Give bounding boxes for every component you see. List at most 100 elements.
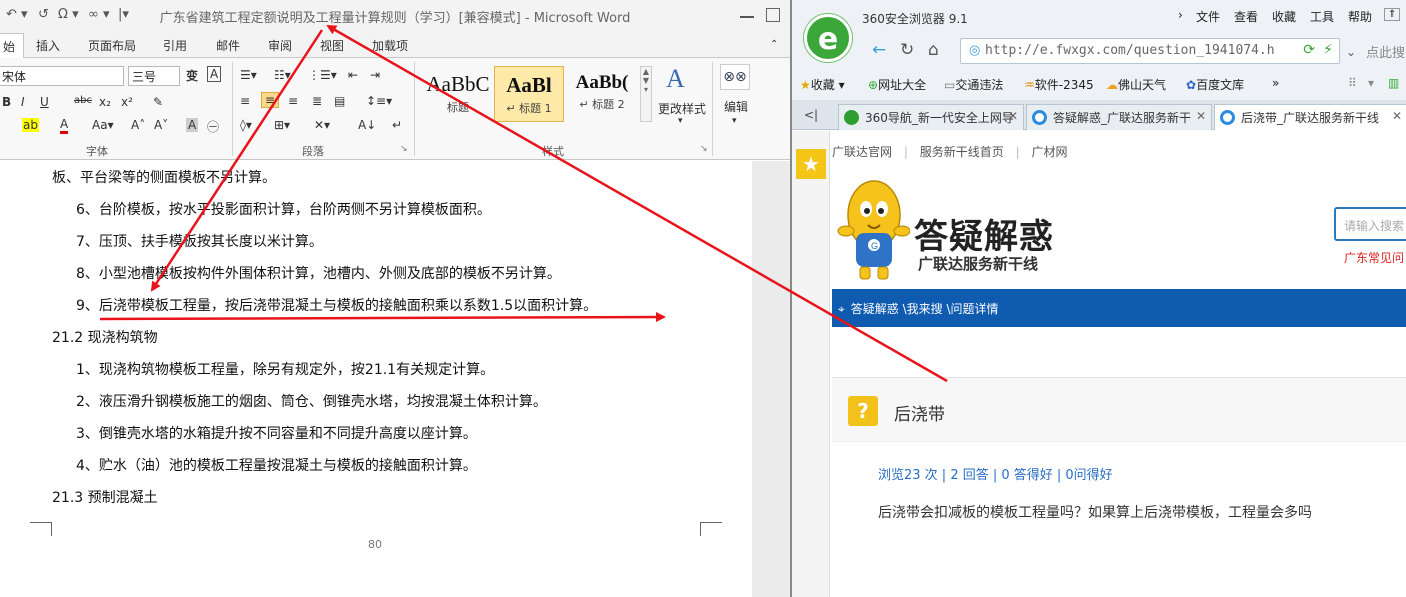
address-bar[interactable]: ◎ http://e.fwxgx.com/question_1941074.h … <box>960 38 1340 64</box>
browser-tab[interactable]: 答疑解惑_广联达服务新干 ✕ <box>1026 104 1212 130</box>
char-shading-icon[interactable]: A <box>186 118 199 132</box>
window-control-icon[interactable]: ⇑ <box>1384 8 1401 21</box>
editing-arrow-icon[interactable]: ▾ <box>732 116 737 126</box>
tab-insert[interactable]: 插入 <box>36 37 60 54</box>
bold-button[interactable]: B <box>2 95 11 109</box>
browser-tab[interactable]: 360导航_新一代安全上网导 ✕ <box>838 104 1024 130</box>
phonetic-icon[interactable]: 变 <box>186 67 198 84</box>
question-stats[interactable]: 浏览23 次 | 2 回答 | 0 答得好 | 0问得好 <box>878 464 1113 483</box>
tab-references[interactable]: 引用 <box>163 37 187 54</box>
browser-tab-active[interactable]: 后浇带_广联达服务新干线 ✕ <box>1214 104 1406 130</box>
link-glodon-official[interactable]: 广联达官网 <box>832 145 892 159</box>
borders-button[interactable]: ⊞▾ <box>274 118 290 132</box>
tab-page-layout[interactable]: 页面布局 <box>88 37 136 54</box>
change-case-button[interactable]: Aa▾ <box>92 118 114 132</box>
superscript-button[interactable]: x² <box>121 95 133 109</box>
search-input[interactable]: 点此搜 <box>1366 42 1405 61</box>
speed-mode-icon[interactable]: ⚡ <box>1323 42 1333 58</box>
multilevel-list-button[interactable]: ⋮☰▾ <box>308 68 337 82</box>
paragraph-dialog-icon[interactable]: ↘ <box>400 144 408 154</box>
sort-button[interactable]: A↓ <box>358 118 376 132</box>
close-icon[interactable]: ✕ <box>1392 109 1402 123</box>
subscript-button[interactable]: x₂ <box>99 95 111 109</box>
back-icon[interactable]: ← <box>872 40 886 60</box>
tab-home[interactable]: 始 <box>0 33 25 59</box>
breadcrumb-text[interactable]: 答疑解惑 \我来搜 \问题详情 <box>851 302 999 316</box>
shrink-font-button[interactable]: A˅ <box>154 118 168 132</box>
bullets-button[interactable]: ☰▾ <box>240 68 257 82</box>
style-heading-2[interactable]: AaBb( ↵ 标题 2 <box>566 66 638 122</box>
styles-dialog-icon[interactable]: ↘ <box>700 144 708 154</box>
align-right-button[interactable]: ≡ <box>288 94 298 108</box>
document-page[interactable]: 板、平台梁等的侧面模板不另计算。 6、台阶模板，按水平投影面积计算，台阶两侧不另… <box>0 161 752 597</box>
menu-tools[interactable]: 工具 <box>1310 8 1334 25</box>
bookmark-weather[interactable]: ☁佛山天气 <box>1106 76 1166 93</box>
site-search-input[interactable]: 请输入搜索 <box>1334 207 1406 241</box>
justify-button[interactable]: ≣ <box>312 94 322 108</box>
refresh-icon[interactable]: ↻ <box>900 40 914 60</box>
font-size-combo[interactable]: 三号 <box>128 66 180 86</box>
address-input[interactable]: http://e.fwxgx.com/question_1941074.h <box>985 43 1275 58</box>
bookmark-traffic[interactable]: ▭交通违法 <box>944 76 1003 93</box>
tab-scroll-left-icon[interactable]: <| <box>804 108 818 122</box>
bookmark-baidu-wenku[interactable]: ✿百度文库 <box>1186 76 1244 93</box>
show-marks-button[interactable]: ↵ <box>392 118 402 132</box>
favorites-star-icon[interactable]: ★ <box>796 149 826 179</box>
font-name-combo[interactable]: 宋体 <box>0 66 124 86</box>
style-heading-1[interactable]: AaBl ↵ 标题 1 <box>494 66 564 122</box>
link-material-net[interactable]: 广材网 <box>1031 145 1067 159</box>
underline-button[interactable]: U <box>40 95 49 109</box>
increase-indent-button[interactable]: ⇥ <box>370 68 380 82</box>
close-icon[interactable]: ✕ <box>1008 109 1018 123</box>
menu-file[interactable]: 文件 <box>1196 8 1220 25</box>
highlight-button[interactable]: ab <box>22 118 39 132</box>
bookmark-software[interactable]: ♒软件-2345 <box>1024 76 1094 93</box>
link-service-home[interactable]: 服务新干线首页 <box>920 145 1004 159</box>
style-title[interactable]: AaBbC 标题 <box>422 66 494 122</box>
find-binoculars-icon[interactable]: ⊗⊗ <box>720 64 750 90</box>
numbering-button[interactable]: ☷▾ <box>274 68 291 82</box>
menu-favorites[interactable]: 收藏 <box>1272 8 1296 25</box>
tab-addins[interactable]: 加载项 <box>372 37 408 54</box>
decrease-indent-button[interactable]: ⇤ <box>348 68 358 82</box>
change-styles-arrow-icon[interactable]: ▾ <box>678 116 683 126</box>
align-left-button[interactable]: ≡ <box>240 94 250 108</box>
change-styles-label[interactable]: 更改样式 <box>658 100 706 117</box>
distributed-button[interactable]: ▤ <box>334 94 345 108</box>
home-icon[interactable]: ⌂ <box>928 40 939 60</box>
line-spacing-button[interactable]: ↕≡▾ <box>366 94 392 108</box>
shading-button[interactable]: ◊▾ <box>240 118 252 132</box>
chinese-layout-button[interactable]: ✕▾ <box>314 118 330 132</box>
collapse-ribbon-icon[interactable]: ⌃ <box>770 39 778 50</box>
menu-help[interactable]: 帮助 <box>1348 8 1372 25</box>
editing-label[interactable]: 编辑 <box>724 98 748 115</box>
clear-format-icon[interactable]: ✎ <box>153 95 163 109</box>
tab-view[interactable]: 视图 <box>320 37 344 54</box>
bookmark-favorites[interactable]: ★收藏 ▾ <box>800 76 845 93</box>
close-icon[interactable]: ✕ <box>1196 109 1206 123</box>
reader-icon[interactable]: ▥ <box>1388 76 1399 90</box>
italic-button[interactable]: I <box>21 95 25 109</box>
grow-font-button[interactable]: A˄ <box>131 118 145 132</box>
change-styles-icon[interactable]: A <box>666 64 685 94</box>
tab-review[interactable]: 审阅 <box>268 37 292 54</box>
styles-scroll[interactable]: ▲ ▼ ▾ <box>640 66 652 122</box>
strikethrough-button[interactable]: abc <box>74 95 92 106</box>
align-center-button[interactable]: ≡ <box>261 92 280 108</box>
bookmark-urls[interactable]: ⊕网址大全 <box>868 76 926 93</box>
maximize-button[interactable] <box>766 8 780 22</box>
font-color-button[interactable]: A <box>60 117 69 134</box>
bookmark-label: 交通违法 <box>955 78 1004 92</box>
compat-mode-icon[interactable]: ⟳ <box>1303 42 1315 58</box>
bookmarks-more-button[interactable]: » <box>1272 76 1279 90</box>
address-dropdown-icon[interactable]: ⌄ <box>1346 45 1356 59</box>
more-icon[interactable]: ▾ <box>1368 76 1374 90</box>
tab-mailings[interactable]: 邮件 <box>216 37 240 54</box>
enclose-char-icon[interactable]: ㊀ <box>207 118 219 135</box>
hot-questions-link[interactable]: 广东常见问 <box>1344 249 1404 266</box>
apps-icon[interactable]: ⠿ <box>1348 76 1357 90</box>
minimize-button[interactable] <box>740 8 754 18</box>
char-border-icon[interactable]: A <box>207 66 222 82</box>
menu-arrow-icon[interactable]: › <box>1178 8 1183 22</box>
menu-view[interactable]: 查看 <box>1234 8 1258 25</box>
